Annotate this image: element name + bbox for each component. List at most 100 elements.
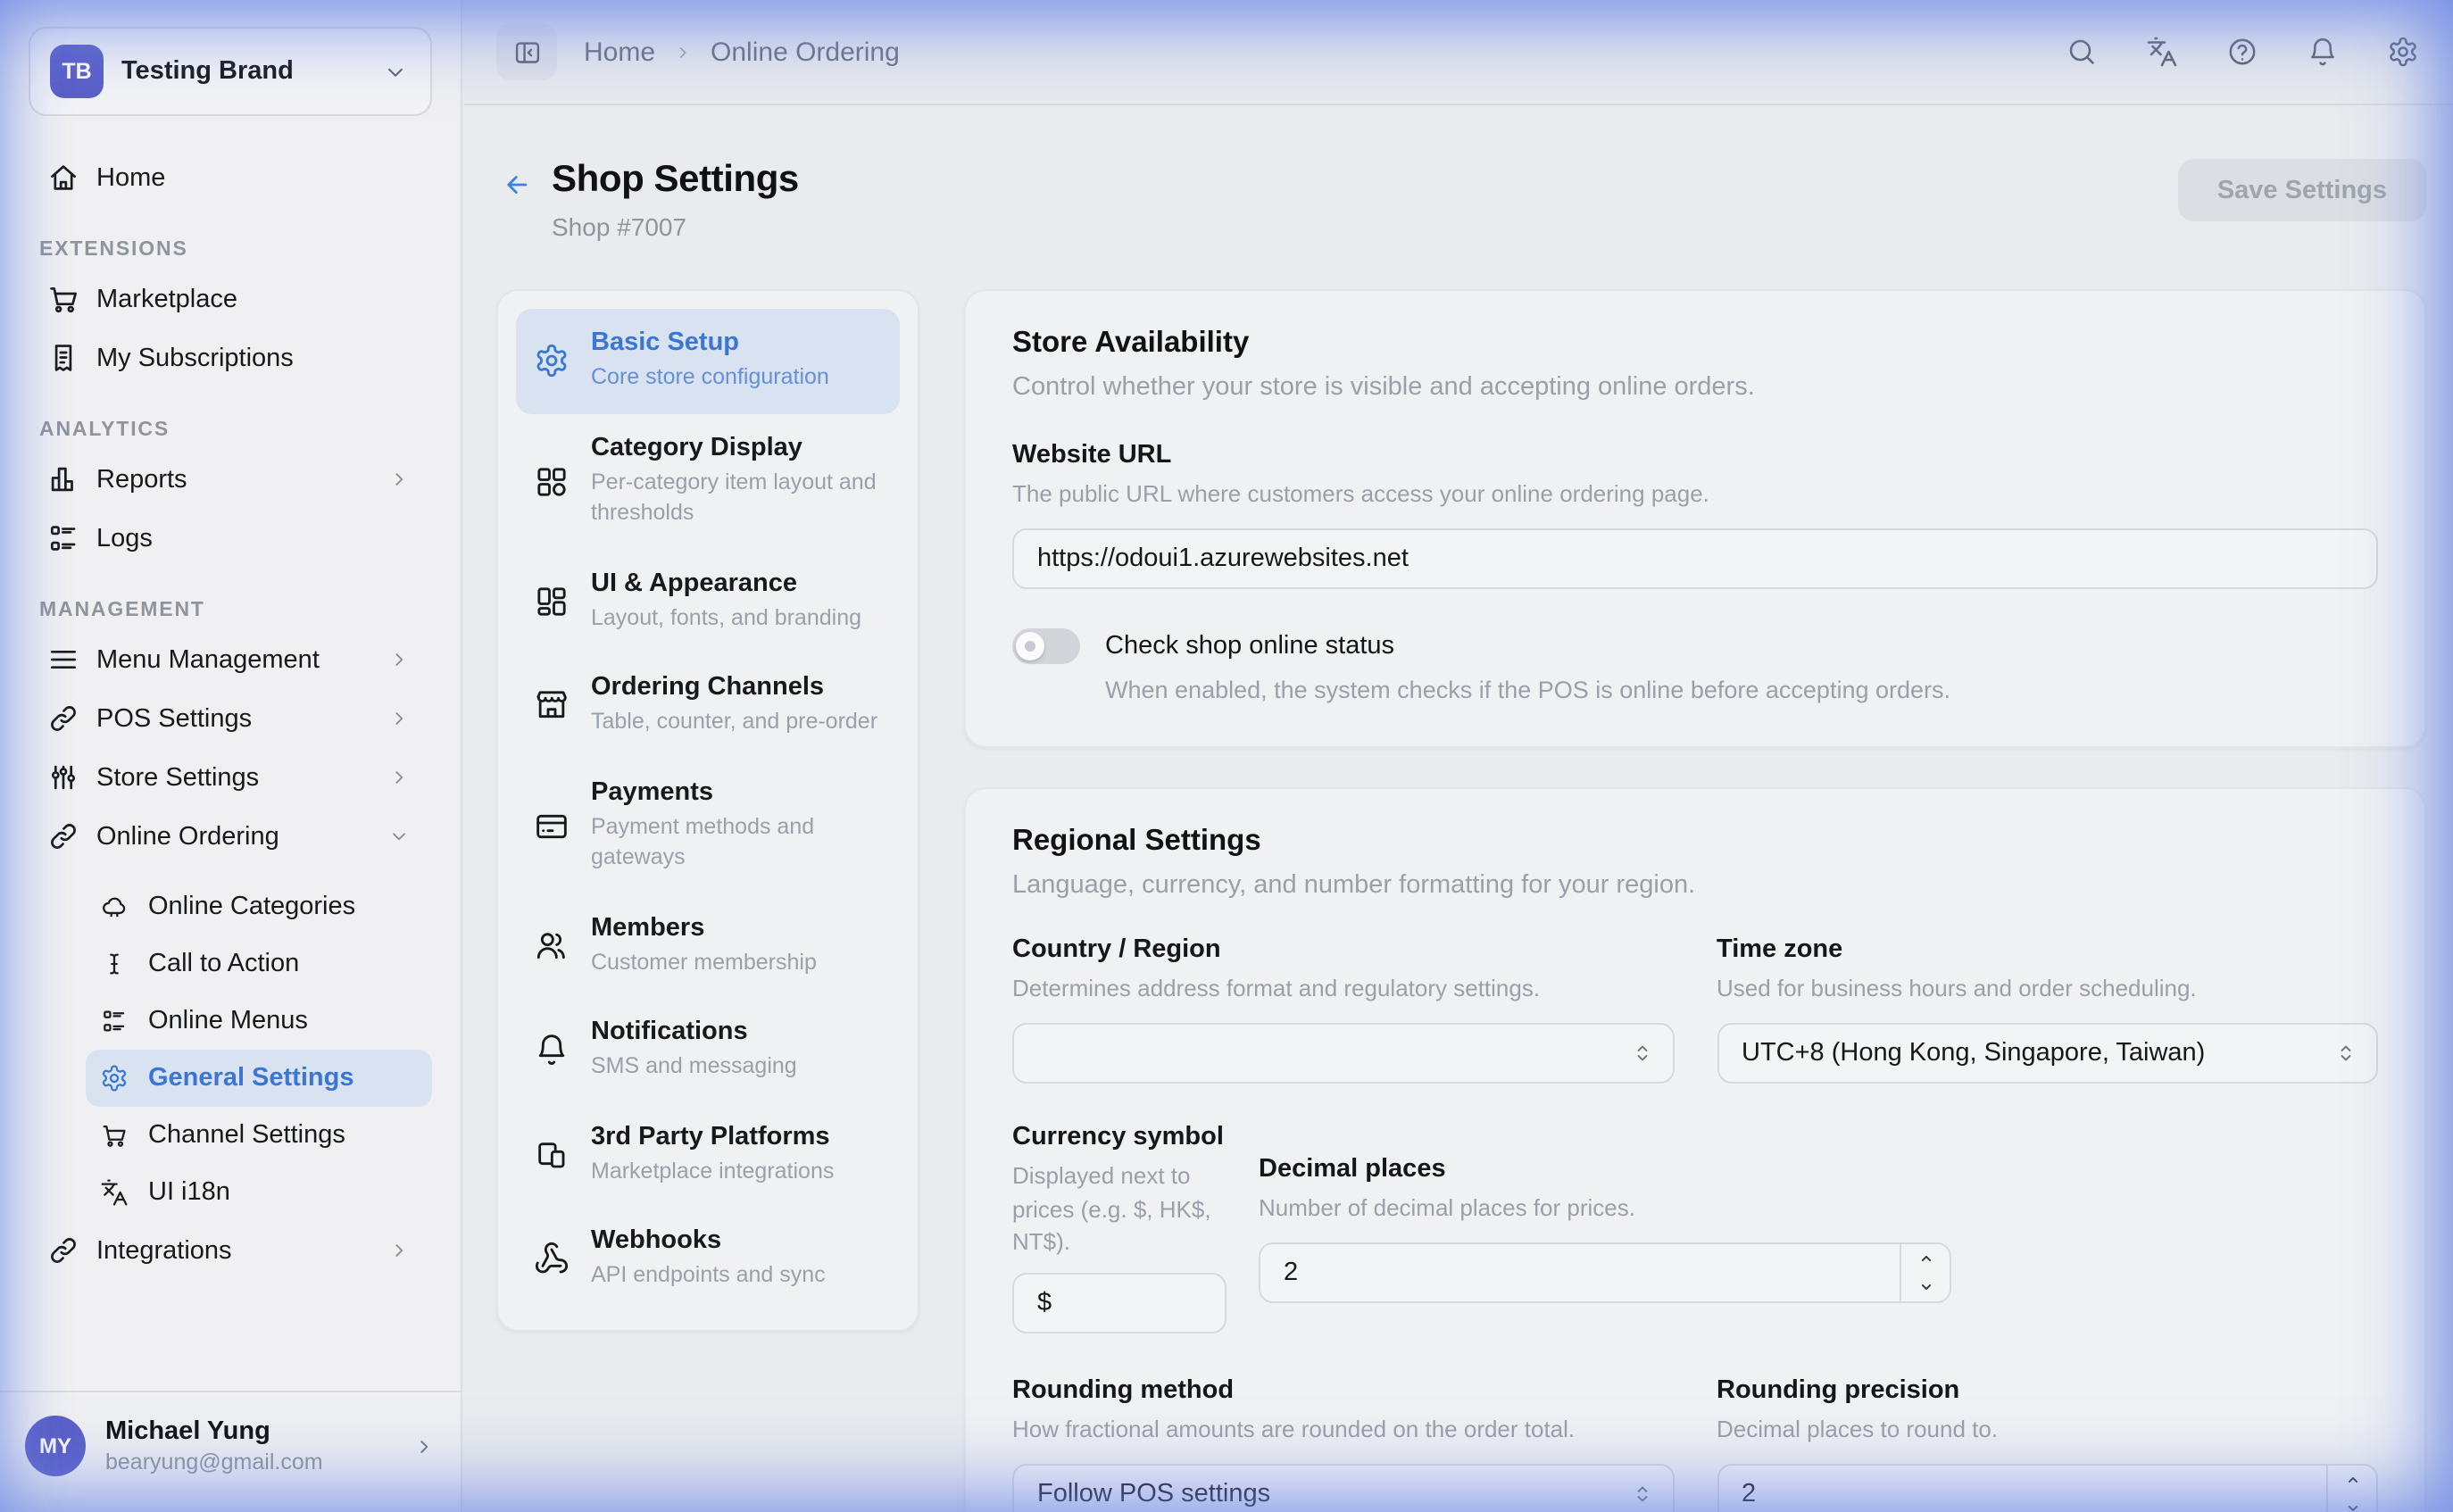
currency-input[interactable] <box>1012 1273 1226 1333</box>
brand-switcher[interactable]: TB Testing Brand <box>29 27 432 116</box>
panel-collapse-icon <box>511 37 542 67</box>
link-icon <box>46 1234 80 1267</box>
search-icon[interactable] <box>2066 36 2098 68</box>
online-status-help: When enabled, the system checks if the P… <box>1105 677 2378 703</box>
website-url-help: The public URL where customers access yo… <box>1012 478 2378 511</box>
sidebar-item-channel-settings[interactable]: Channel Settings <box>86 1107 432 1164</box>
toggle-knob <box>1016 632 1044 660</box>
sidebar-item-integrations[interactable]: Integrations <box>29 1221 432 1280</box>
content: Shop Settings Shop #7007 Save Settings B… <box>464 107 2453 1512</box>
stepper-down-button[interactable] <box>2328 1494 2376 1512</box>
sidebar-collapse-button[interactable] <box>496 23 557 80</box>
brand-avatar: TB <box>50 45 104 98</box>
app: TB Testing Brand Home EXTENSIONS Marketp… <box>0 0 2453 1512</box>
settings-nav-item-webhooks[interactable]: Webhooks API endpoints and sync <box>516 1207 900 1311</box>
sidebar-item-logs[interactable]: Logs <box>29 509 432 568</box>
users-icon <box>534 928 570 964</box>
settings-nav-item-payments[interactable]: Payments Payment methods and gateways <box>516 758 900 893</box>
settings-nav-item-basic-setup[interactable]: Basic Setup Core store configuration <box>516 309 900 413</box>
avatar: MY <box>25 1416 86 1476</box>
chevron-up-icon <box>2343 1471 2361 1489</box>
gear-icon[interactable] <box>2387 36 2419 68</box>
timezone-select[interactable]: UTC+8 (Hong Kong, Singapore, Taiwan) <box>1717 1024 2378 1084</box>
cart-icon <box>46 282 80 316</box>
card-title: Store Availability <box>1012 327 2378 361</box>
currency-help: Displayed next to prices (e.g. $, HK$, N… <box>1012 1161 1226 1259</box>
sidebar-section-analytics: ANALYTICS <box>29 412 432 448</box>
page-header: Shop Settings Shop #7007 Save Settings <box>496 159 2426 241</box>
settings-nav-item-category-display[interactable]: Category Display Per-category item layou… <box>516 413 900 549</box>
rounding-precision-input[interactable]: 2 <box>1717 1464 2378 1512</box>
chevron-up-icon <box>1917 1250 1934 1267</box>
brand-name: Testing Brand <box>121 57 364 86</box>
page-subtitle: Shop #7007 <box>552 212 799 241</box>
grid-icon <box>534 463 570 499</box>
translate-icon <box>100 1178 129 1207</box>
stepper-down-button[interactable] <box>1901 1273 1950 1301</box>
sidebar-item-call-to-action[interactable]: Call to Action <box>86 935 432 993</box>
storefront-icon <box>534 688 570 724</box>
sidebar-item-online-menus[interactable]: Online Menus <box>86 993 432 1050</box>
chevron-right-icon <box>412 1434 436 1458</box>
sidebar-item-general-settings[interactable]: General Settings <box>86 1050 432 1107</box>
sidebar-item-home[interactable]: Home <box>29 148 432 207</box>
menu-icon <box>46 643 80 677</box>
home-icon <box>46 161 80 195</box>
cloud-icon <box>100 893 129 921</box>
decimal-places-input[interactable]: 2 <box>1259 1242 1951 1303</box>
chevron-down-icon <box>2343 1500 2361 1512</box>
settings-nav-item-ordering-channels[interactable]: Ordering Channels Table, counter, and pr… <box>516 653 900 758</box>
sidebar-section-extensions: EXTENSIONS <box>29 232 432 268</box>
topbar: Home Online Ordering <box>464 0 2453 105</box>
settings-nav-item-ui-appearance[interactable]: UI & Appearance Layout, fonts, and brand… <box>516 549 900 653</box>
settings-nav-item-members[interactable]: Members Customer membership <box>516 893 900 998</box>
link-icon <box>46 702 80 735</box>
sidebar-item-marketplace[interactable]: Marketplace <box>29 270 432 328</box>
settings-nav-item-3rd-party-platforms[interactable]: 3rd Party Platforms Marketplace integrat… <box>516 1102 900 1207</box>
breadcrumb: Home Online Ordering <box>584 37 900 67</box>
brand-initials: TB <box>62 59 91 84</box>
stepper-up-button[interactable] <box>1901 1244 1950 1273</box>
card-description: Language, currency, and number formattin… <box>1012 871 2378 900</box>
chevron-right-icon <box>673 42 693 62</box>
receipt-icon <box>46 341 80 375</box>
bell-icon[interactable] <box>2307 36 2339 68</box>
sidebar-item-menu-management[interactable]: Menu Management <box>29 630 432 689</box>
sidebar-item-online-ordering[interactable]: Online Ordering <box>29 807 432 866</box>
translate-icon[interactable] <box>2146 36 2178 68</box>
webhook-icon <box>534 1242 570 1277</box>
country-select[interactable] <box>1012 1024 1674 1084</box>
sidebar-item-pos-settings[interactable]: POS Settings <box>29 689 432 748</box>
rounding-method-value: Follow POS settings <box>1037 1480 1270 1508</box>
breadcrumb-home[interactable]: Home <box>584 37 655 67</box>
timezone-label: Time zone <box>1717 935 2378 964</box>
chevron-down-icon <box>382 58 409 85</box>
sidebar-item-my-subscriptions[interactable]: My Subscriptions <box>29 328 432 387</box>
chevron-right-icon <box>387 1239 411 1262</box>
rounding-method-label: Rounding method <box>1012 1376 1674 1405</box>
text-cursor-icon <box>100 950 129 978</box>
cart-icon <box>100 1121 129 1150</box>
website-url-input[interactable] <box>1012 528 2378 589</box>
back-arrow-icon[interactable] <box>502 170 532 200</box>
timezone-value: UTC+8 (Hong Kong, Singapore, Taiwan) <box>1742 1040 2205 1068</box>
country-help: Determines address format and regulatory… <box>1012 973 1674 1005</box>
user-menu[interactable]: MY Michael Yung bearyung@gmail.com <box>0 1391 461 1512</box>
stepper-up-button[interactable] <box>2328 1466 2376 1494</box>
sidebar-item-reports[interactable]: Reports <box>29 450 432 509</box>
help-icon[interactable] <box>2226 36 2258 68</box>
settings-nav-item-notifications[interactable]: Notifications SMS and messaging <box>516 998 900 1102</box>
save-settings-button[interactable]: Save Settings <box>2178 159 2426 221</box>
sidebar-item-online-categories[interactable]: Online Categories <box>86 878 432 935</box>
sidebar-section-management: MANAGEMENT <box>29 593 432 628</box>
card-description: Control whether your store is visible an… <box>1012 373 2378 402</box>
online-status-toggle[interactable] <box>1012 628 1080 664</box>
regional-settings-card: Regional Settings Language, currency, an… <box>964 787 2426 1512</box>
user-email: bearyung@gmail.com <box>105 1450 393 1475</box>
sidebar-item-ui-i18n[interactable]: UI i18n <box>86 1164 432 1221</box>
bar-chart-icon <box>46 462 80 496</box>
website-url-label: Website URL <box>1012 441 2378 469</box>
sidebar-item-store-settings[interactable]: Store Settings <box>29 748 432 807</box>
rounding-precision-help: Decimal places to round to. <box>1717 1414 2378 1446</box>
rounding-method-select[interactable]: Follow POS settings <box>1012 1464 1674 1512</box>
